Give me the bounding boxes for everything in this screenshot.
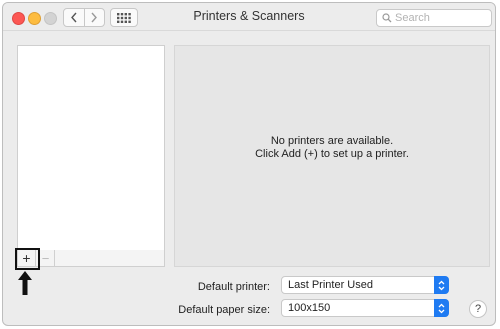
empty-state-line-1: No printers are available.	[270, 135, 394, 147]
add-button-highlight	[15, 248, 40, 270]
default-printer-label: Default printer:	[197, 281, 270, 293]
default-printer-select[interactable]: Last Printer Used	[281, 276, 449, 294]
search-input[interactable]	[395, 11, 485, 25]
default-paper-size-value: 100x150	[288, 302, 331, 314]
empty-state-line-2: Click Add (+) to set up a printer.	[255, 148, 409, 160]
default-paper-size-select[interactable]: 100x150	[281, 299, 449, 317]
default-paper-size-label: Default paper size:	[178, 304, 270, 316]
help-button[interactable]: ?	[469, 300, 487, 318]
empty-state-message: No printers are available. Click Add (+)…	[175, 135, 489, 161]
search-icon	[382, 13, 392, 23]
arrow-up-icon	[18, 271, 32, 295]
popup-arrows-icon	[434, 276, 449, 294]
search-field[interactable]	[376, 9, 492, 27]
printer-list[interactable]	[17, 45, 165, 251]
printer-detail-pane: No printers are available. Click Add (+)…	[174, 45, 490, 267]
popup-arrows-icon	[434, 299, 449, 317]
default-printer-value: Last Printer Used	[288, 279, 373, 291]
preferences-window: Printers & Scanners + − No printers are …	[2, 2, 496, 326]
title-bar: Printers & Scanners	[3, 3, 495, 31]
